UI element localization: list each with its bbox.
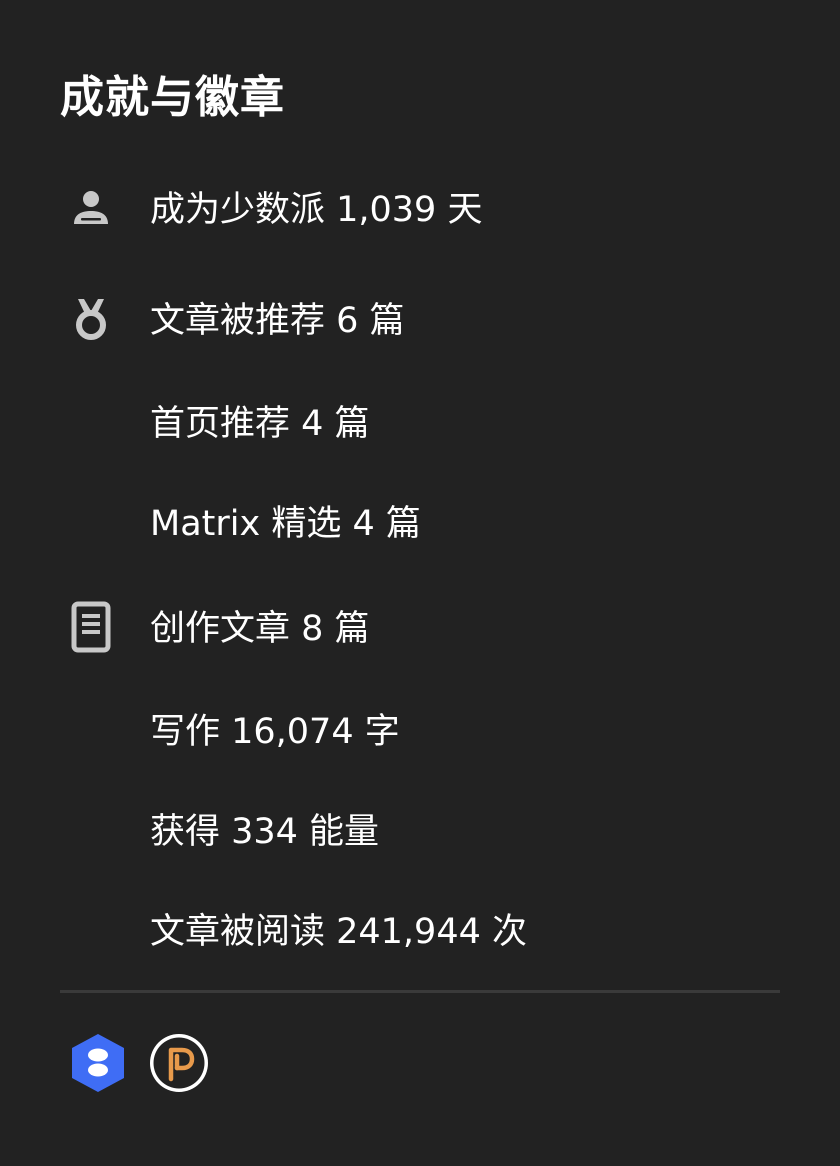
recommended-stat: 文章被推荐 6 篇 [150,301,405,341]
blue-hexagon-badge[interactable] [68,1032,128,1094]
medal-icon [68,296,114,342]
section-title: 成就与徽章 [60,72,285,123]
matrix-featured-stat: Matrix 精选 4 篇 [150,504,421,544]
user-icon [68,185,114,231]
p-circle-badge[interactable] [148,1032,208,1094]
document-icon [68,601,114,653]
reads-stat: 文章被阅读 241,944 次 [150,912,527,952]
words-written-stat: 写作 16,074 字 [150,712,400,752]
homepage-recommend-stat: 首页推荐 4 篇 [150,404,370,444]
articles-created-stat: 创作文章 8 篇 [150,609,370,649]
divider [60,990,780,993]
minority-days-stat: 成为少数派 1,039 天 [150,190,483,230]
energy-stat: 获得 334 能量 [150,812,380,852]
